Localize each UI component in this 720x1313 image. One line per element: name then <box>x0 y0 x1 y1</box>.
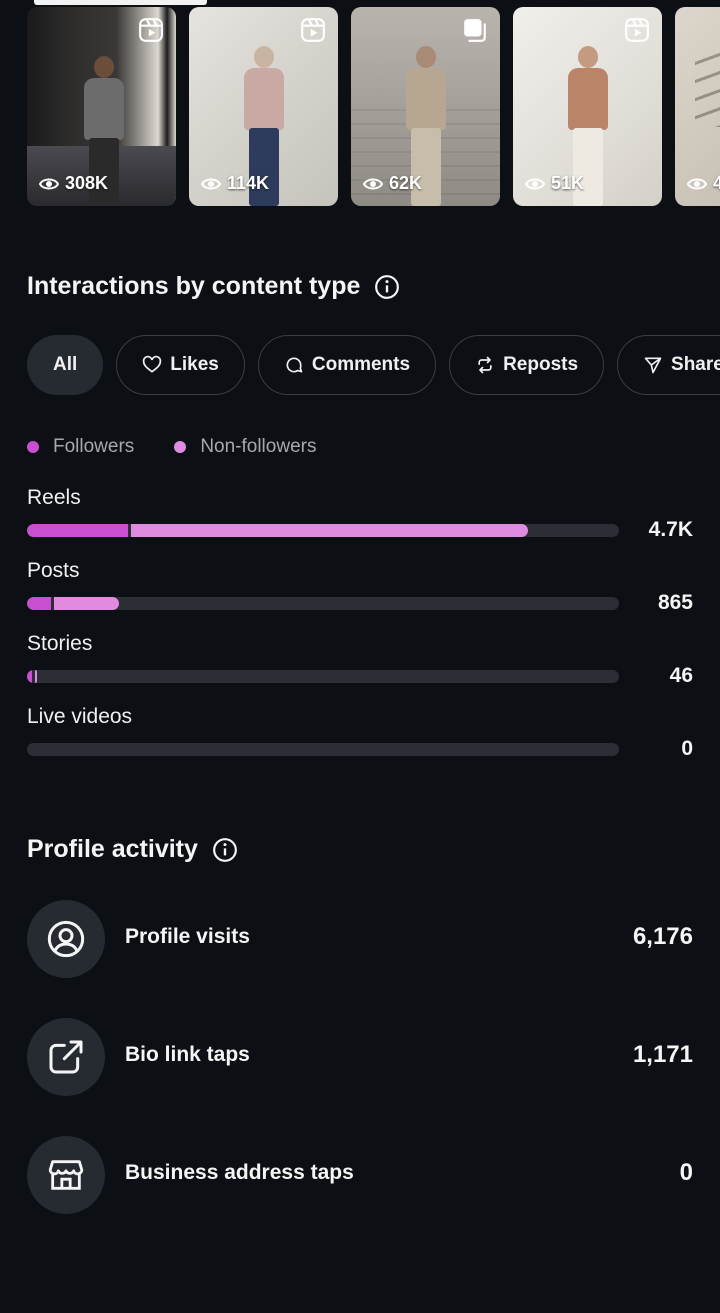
content-thumbnail[interactable]: 62K <box>351 7 500 206</box>
view-count-value: 51K <box>551 173 585 193</box>
info-icon[interactable] <box>374 274 400 300</box>
bar-track <box>27 597 619 610</box>
followers-bar-segment <box>27 597 51 610</box>
filter-shares[interactable]: Shares <box>617 335 720 395</box>
bar-row-reels: Reels 4.7K <box>27 486 693 546</box>
legend-dot <box>27 441 39 453</box>
legend-item-followers: Followers <box>27 436 134 458</box>
content-thumbnail[interactable]: 4 <box>675 7 720 206</box>
followers-bar-segment <box>27 670 32 683</box>
filter-likes[interactable]: Likes <box>116 335 245 395</box>
filter-all[interactable]: All <box>27 335 104 395</box>
bar-value: 0 <box>681 737 693 760</box>
view-count: 308K <box>39 173 108 194</box>
activity-row-business-address-taps[interactable]: Business address taps 0 <box>27 1136 693 1214</box>
share-icon <box>644 357 662 374</box>
view-count-value: 114K <box>227 173 270 193</box>
activity-value: 0 <box>679 1159 693 1186</box>
view-count: 62K <box>363 173 422 194</box>
profile-activity-heading: Profile activity <box>27 835 238 864</box>
filter-label: Comments <box>311 354 411 375</box>
activity-icon-container <box>27 900 105 978</box>
filter-comments[interactable]: Comments <box>257 335 437 395</box>
content-thumbnail[interactable]: 51K <box>513 7 662 206</box>
comment-icon <box>286 357 303 373</box>
filter-label: All <box>53 354 78 375</box>
bar-row-posts: Posts 865 <box>27 559 693 619</box>
reel-icon <box>625 18 649 42</box>
non-followers-bar-segment <box>54 597 119 610</box>
bar-label: Posts <box>27 559 80 582</box>
activity-value: 6,176 <box>632 923 693 950</box>
content-thumbnail[interactable]: 114K <box>189 7 338 206</box>
filter-label: Likes <box>170 354 219 375</box>
interactions-heading: Interactions by content type <box>27 272 400 301</box>
legend-label: Non-followers <box>200 436 317 457</box>
view-count: 114K <box>201 173 269 194</box>
bar-track <box>27 524 619 537</box>
filter-reposts[interactable]: Reposts <box>449 335 605 395</box>
filter-label: Shares <box>671 354 720 375</box>
top-content-carousel[interactable]: 308K 114K 62K 51K 4 <box>27 7 720 206</box>
content-thumbnail[interactable]: 308K <box>27 7 176 206</box>
followers-bar-segment <box>27 524 128 537</box>
bar-value: 865 <box>657 591 693 614</box>
heart-icon <box>143 355 162 373</box>
bar-label: Reels <box>27 486 81 509</box>
storefront-icon <box>48 1160 84 1190</box>
view-count-value: 62K <box>389 173 423 193</box>
repost-icon <box>478 356 492 374</box>
activity-icon-container <box>27 1136 105 1214</box>
chart-legend: Followers Non-followers <box>27 436 316 458</box>
reel-icon <box>139 18 163 42</box>
insights-page: 308K 114K 62K 51K 4 Interactions by cont… <box>0 0 720 1313</box>
eye-icon <box>687 178 707 189</box>
activity-value: 1,171 <box>632 1041 693 1068</box>
reel-icon <box>301 18 325 42</box>
filter-label: Reposts <box>503 354 579 375</box>
eye-icon <box>39 178 59 189</box>
profile-activity-title: Profile activity <box>27 835 198 863</box>
bar-row-live-videos: Live videos 0 <box>27 705 693 765</box>
external-link-icon <box>49 1040 83 1074</box>
scroll-tab-indicator <box>34 0 207 5</box>
carousel-icon <box>464 19 486 42</box>
content-type-filters: All Likes Comments Reposts Shares <box>27 335 720 395</box>
bar-label: Live videos <box>27 705 133 728</box>
view-count: 4 <box>687 173 720 194</box>
interactions-title: Interactions by content type <box>27 272 361 300</box>
legend-dot <box>174 441 187 453</box>
user-circle-icon <box>47 920 85 958</box>
activity-label: Business address taps <box>125 1161 354 1184</box>
eye-icon <box>525 178 545 189</box>
activity-row-profile-visits[interactable]: Profile visits 6,176 <box>27 900 693 978</box>
info-icon[interactable] <box>212 837 238 863</box>
activity-row-bio-link-taps[interactable]: Bio link taps 1,171 <box>27 1018 693 1096</box>
bar-value: 46 <box>669 664 693 687</box>
eye-icon <box>363 178 383 189</box>
non-followers-bar-segment <box>35 670 37 683</box>
activity-icon-container <box>27 1018 105 1096</box>
bar-track <box>27 743 619 756</box>
view-count-value: 4 <box>713 173 720 193</box>
bar-row-stories: Stories 46 <box>27 632 693 692</box>
legend-label: Followers <box>53 436 135 457</box>
view-count: 51K <box>525 173 584 194</box>
activity-label: Profile visits <box>125 925 250 948</box>
eye-icon <box>201 178 221 189</box>
bar-value: 4.7K <box>648 518 693 541</box>
view-count-value: 308K <box>65 173 109 193</box>
bar-track <box>27 670 619 683</box>
non-followers-bar-segment <box>131 524 528 537</box>
bar-label: Stories <box>27 632 93 655</box>
legend-item-non-followers: Non-followers <box>174 436 316 458</box>
activity-label: Bio link taps <box>125 1043 250 1066</box>
